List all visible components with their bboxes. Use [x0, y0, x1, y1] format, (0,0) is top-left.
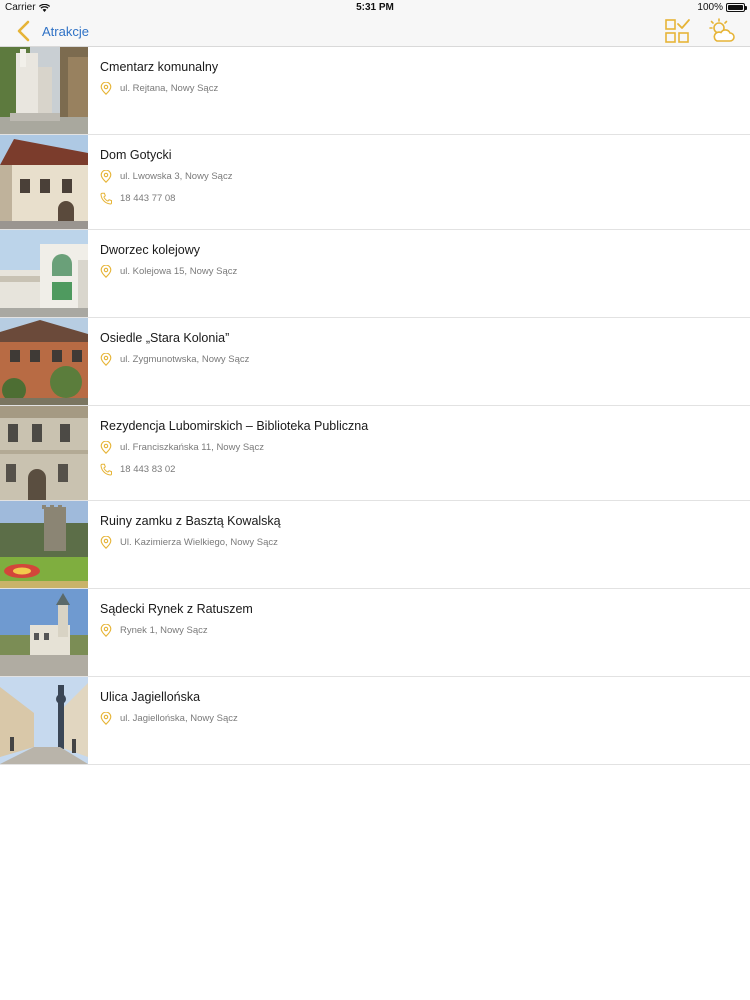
location-pin-icon	[100, 352, 112, 366]
list-item[interactable]: Dom Gotycki ul. Lwowska 3, Nowy Sącz 18 …	[0, 135, 750, 230]
address-row: Rynek 1, Nowy Sącz	[100, 623, 253, 637]
address-row: Ul. Kazimierza Wielkiego, Nowy Sącz	[100, 535, 281, 549]
item-address: ul. Jagiellońska, Nowy Sącz	[120, 712, 238, 724]
battery-indicator: 100%	[697, 2, 747, 13]
attractions-list: Cmentarz komunalny ul. Rejtana, Nowy Sąc…	[0, 47, 750, 765]
item-name: Osiedle „Stara Kolonia”	[100, 331, 230, 345]
phone-row[interactable]: 18 443 83 02	[100, 462, 368, 476]
market-square-photo	[0, 589, 88, 676]
list-item[interactable]: Ulica Jagiellońska ul. Jagiellońska, Now…	[0, 677, 750, 765]
jagiellonska-street-photo	[0, 677, 88, 764]
railway-station-photo	[0, 230, 88, 317]
item-name: Dworzec kolejowy	[100, 243, 201, 257]
item-name: Sądecki Rynek z Ratuszem	[100, 602, 253, 616]
item-address: Rynek 1, Nowy Sącz	[120, 624, 208, 636]
navigation-bar: Atrakcje	[0, 15, 750, 47]
item-address: ul. Kolejowa 15, Nowy Sącz	[120, 265, 238, 277]
status-time: 5:31 PM	[356, 2, 394, 13]
location-pin-icon	[100, 440, 112, 454]
item-name: Ulica Jagiellońska	[100, 690, 201, 704]
address-row: ul. Franciszkańska 11, Nowy Sącz	[100, 440, 368, 454]
status-bar: Carrier 5:31 PM 100%	[0, 0, 750, 15]
lubomirski-residence-photo	[0, 406, 88, 500]
item-name: Dom Gotycki	[100, 148, 172, 162]
castle-ruins-photo	[0, 501, 88, 588]
item-name: Rezydencja Lubomirskich – Biblioteka Pub…	[100, 419, 369, 433]
address-row: ul. Zygmunotwska, Nowy Sącz	[100, 352, 249, 366]
battery-percent: 100%	[697, 2, 723, 13]
item-name: Cmentarz komunalny	[100, 60, 219, 74]
chevron-left-icon	[17, 20, 30, 42]
list-item[interactable]: Osiedle „Stara Kolonia” ul. Zygmunotwska…	[0, 318, 750, 406]
back-label: Atrakcje	[42, 23, 89, 39]
list-item[interactable]: Sądecki Rynek z Ratuszem Rynek 1, Nowy S…	[0, 589, 750, 677]
weather-icon[interactable]	[708, 17, 736, 45]
location-pin-icon	[100, 711, 112, 725]
location-pin-icon	[100, 169, 112, 183]
location-pin-icon	[100, 623, 112, 637]
address-row: ul. Lwowska 3, Nowy Sącz	[100, 169, 232, 183]
list-item[interactable]: Rezydencja Lubomirskich – Biblioteka Pub…	[0, 406, 750, 501]
item-phone: 18 443 77 08	[120, 192, 176, 204]
address-row: ul. Rejtana, Nowy Sącz	[100, 81, 218, 95]
location-pin-icon	[100, 535, 112, 549]
old-colony-photo	[0, 318, 88, 405]
back-button[interactable]: Atrakcje	[14, 18, 89, 44]
address-row: ul. Jagiellońska, Nowy Sącz	[100, 711, 238, 725]
location-pin-icon	[100, 264, 112, 278]
item-address: ul. Lwowska 3, Nowy Sącz	[120, 170, 233, 182]
phone-row[interactable]: 18 443 77 08	[100, 191, 232, 205]
item-address: Ul. Kazimierza Wielkiego, Nowy Sącz	[120, 536, 278, 548]
list-item[interactable]: Dworzec kolejowy ul. Kolejowa 15, Nowy S…	[0, 230, 750, 318]
item-phone: 18 443 83 02	[120, 463, 176, 475]
battery-icon	[726, 3, 747, 12]
item-address: ul. Rejtana, Nowy Sącz	[120, 82, 219, 94]
item-name: Ruiny zamku z Basztą Kowalską	[100, 514, 281, 528]
phone-icon	[100, 463, 112, 476]
gothic-house-photo	[0, 135, 88, 229]
list-item[interactable]: Cmentarz komunalny ul. Rejtana, Nowy Sąc…	[0, 47, 750, 135]
phone-icon	[100, 192, 112, 205]
item-address: ul. Franciszkańska 11, Nowy Sącz	[120, 441, 264, 453]
cemetery-photo	[0, 47, 88, 134]
address-row: ul. Kolejowa 15, Nowy Sącz	[100, 264, 237, 278]
checklist-icon[interactable]	[663, 17, 691, 45]
list-item[interactable]: Ruiny zamku z Basztą Kowalską Ul. Kazimi…	[0, 501, 750, 589]
item-address: ul. Zygmunotwska, Nowy Sącz	[120, 353, 250, 365]
location-pin-icon	[100, 81, 112, 95]
